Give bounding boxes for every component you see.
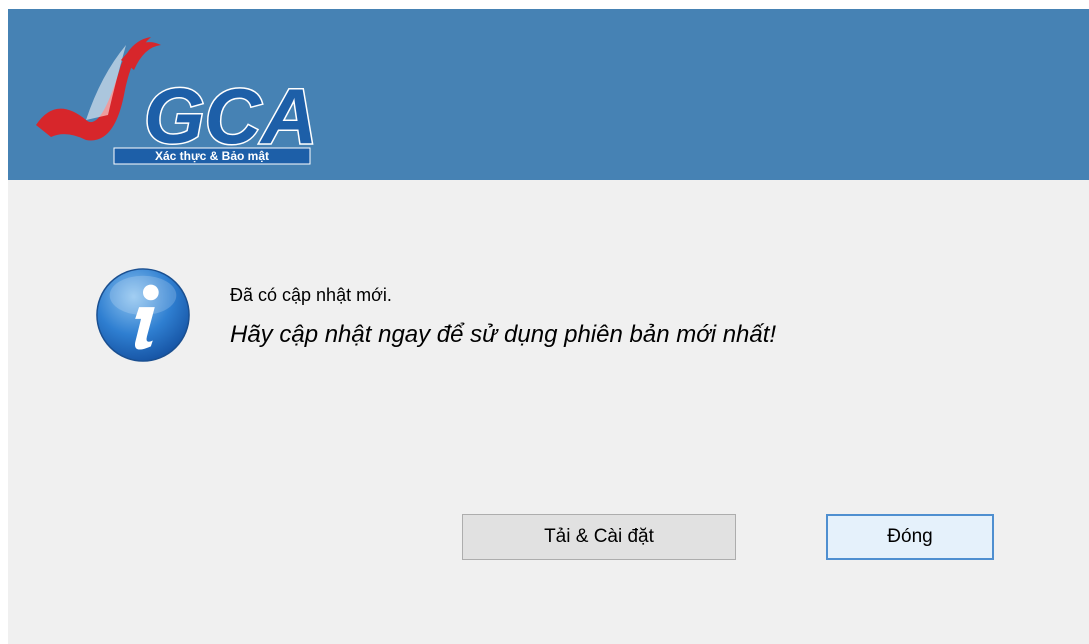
logo-tagline: Xác thực & Bảo mật [155, 149, 269, 163]
install-button[interactable]: Tải & Cài đặt [462, 514, 736, 560]
header-banner: GCA Xác thực & Bảo mật [8, 9, 1089, 180]
update-dialog: GCA Xác thực & Bảo mật Đã có cập nhật mớ… [8, 9, 1089, 644]
svg-text:GCA: GCA [144, 72, 316, 160]
info-icon [96, 268, 190, 362]
message-line2: Hãy cập nhật ngay để sử dụng phiên bản m… [230, 321, 777, 348]
close-button[interactable]: Đóng [826, 514, 994, 560]
vgca-logo: GCA Xác thực & Bảo mật [36, 37, 316, 165]
message-line1: Đã có cập nhật mới. [230, 285, 392, 305]
